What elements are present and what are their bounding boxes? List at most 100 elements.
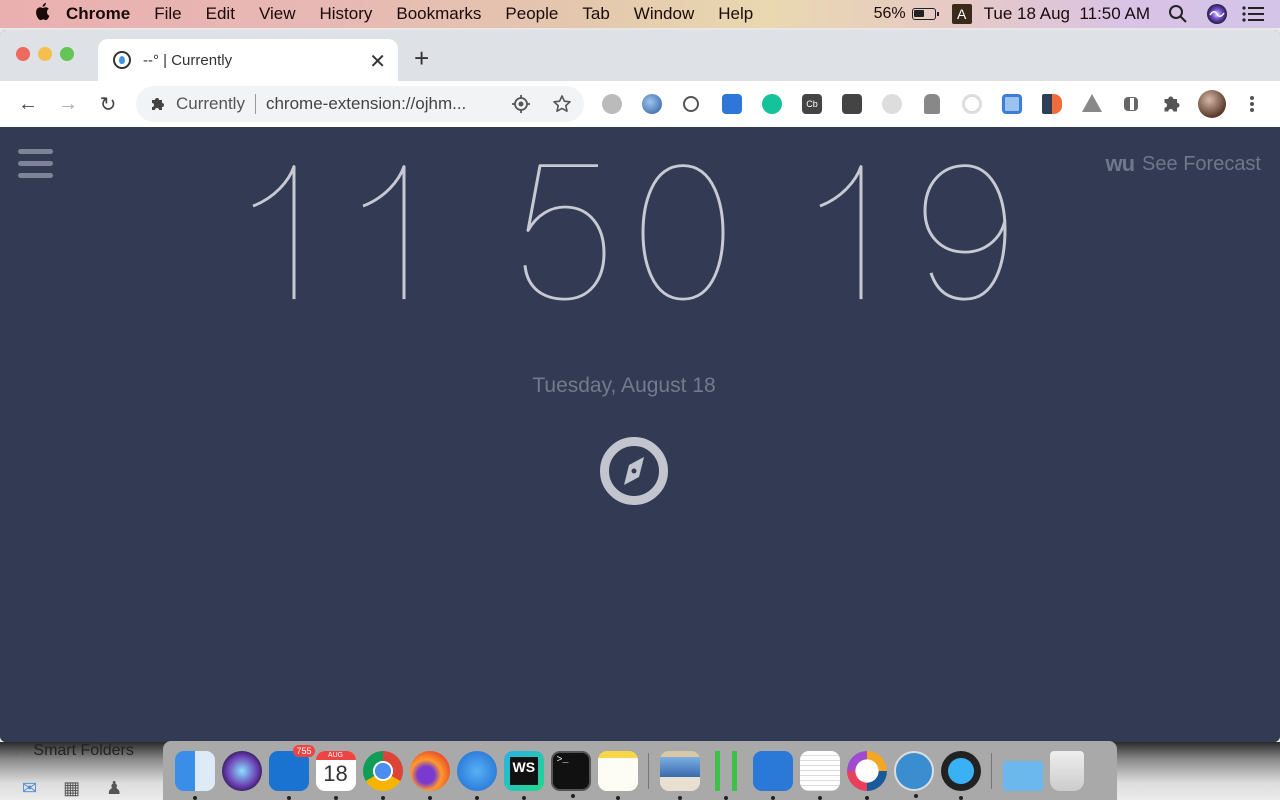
menu-app-name[interactable]: Chrome [46, 4, 142, 24]
apps-grid-extension-icon[interactable] [1124, 97, 1138, 111]
address-bar[interactable]: Currently chrome-extension://ojhm... [136, 86, 584, 122]
google-drive-extension-icon[interactable] [1082, 94, 1102, 112]
dock-chrome[interactable] [362, 750, 403, 800]
menu-file[interactable]: File [142, 4, 193, 24]
close-tab-icon[interactable]: ✕ [369, 49, 386, 74]
menu-clock[interactable]: Tue 18 Aug 11:50 AM [984, 4, 1150, 24]
dock-webstorm[interactable]: WS [503, 750, 544, 800]
window-controls [16, 47, 74, 61]
grammarly-extension-icon[interactable] [762, 94, 782, 114]
grid-tool-extension-icon[interactable] [1002, 94, 1022, 114]
dock-webex[interactable] [846, 750, 887, 800]
close-window-button[interactable] [16, 47, 30, 61]
clock-digit [923, 164, 1007, 301]
running-indicator [286, 795, 291, 800]
target-extension-icon[interactable] [962, 94, 982, 114]
dock-trash[interactable] [1049, 750, 1084, 791]
dock-downloads-folder[interactable] [1002, 760, 1043, 791]
dock-siri[interactable] [221, 750, 262, 791]
menu-help[interactable]: Help [706, 4, 765, 24]
menu-window[interactable]: Window [622, 4, 706, 24]
megaphone-extension-icon[interactable] [1042, 94, 1062, 114]
getpocket-extension-icon[interactable] [924, 94, 940, 114]
menu-tab[interactable]: Tab [570, 4, 621, 24]
dock-quicktime[interactable] [940, 750, 981, 800]
menu-bookmarks[interactable]: Bookmarks [384, 4, 493, 24]
smart-folders-label[interactable]: ⌄ Smart Folders [10, 740, 134, 760]
cb-extension-icon[interactable]: Cb [802, 94, 822, 114]
dock-outlook[interactable]: 755 [268, 744, 315, 800]
running-indicator [677, 795, 682, 800]
clock-digit [252, 165, 296, 300]
battery-icon[interactable] [911, 8, 939, 20]
menu-view[interactable]: View [247, 4, 308, 24]
lightbulb-extension-icon[interactable] [842, 94, 862, 114]
running-indicator [570, 793, 575, 798]
site-name: Currently [176, 94, 245, 113]
mail-icon[interactable]: ✉ [22, 778, 37, 799]
spotlight-search-icon[interactable] [1168, 4, 1188, 24]
compass-weather-icon[interactable] [599, 436, 669, 506]
chevron-down-icon: ⌄ [10, 742, 24, 759]
thunderbird-extension-icon[interactable] [642, 94, 662, 114]
dock-fork[interactable] [893, 750, 934, 798]
currently-extension-icon[interactable] [683, 96, 699, 112]
dock-calendar[interactable]: AUG 18 [315, 750, 356, 800]
siri-icon[interactable] [1206, 3, 1228, 25]
profile-avatar[interactable] [1198, 90, 1226, 118]
notification-center-icon[interactable] [1242, 5, 1264, 23]
running-indicator [192, 795, 197, 800]
zoom-window-button[interactable] [60, 47, 74, 61]
calendar-icon[interactable]: ▦ [63, 778, 80, 799]
chrome-menu-icon[interactable] [1242, 94, 1262, 114]
minimize-window-button[interactable] [38, 47, 52, 61]
dock-textedit[interactable] [799, 750, 840, 800]
tab-title: --° | Currently [143, 51, 233, 69]
people-icon[interactable]: ♟ [106, 778, 122, 799]
battery-percent[interactable]: 56% [874, 5, 906, 23]
dock-terminal[interactable]: >_ [550, 750, 591, 798]
clock-digit [523, 164, 606, 301]
location-icon[interactable] [512, 95, 530, 113]
dock-safari[interactable] [456, 750, 497, 800]
dock-xcode[interactable] [752, 750, 793, 800]
browser-toolbar: ← → ↻ Currently chrome-extension://ojhm.… [0, 81, 1280, 127]
tab-currently[interactable]: --° | Currently ✕ [98, 39, 398, 81]
running-indicator [864, 795, 869, 800]
running-indicator [615, 795, 620, 800]
outlook-nav-icons: ✉ ▦ ♟ [22, 778, 122, 799]
clock-hours [252, 165, 406, 300]
menu-history[interactable]: History [307, 4, 384, 24]
extensions-menu-icon[interactable] [1162, 94, 1182, 114]
back-button[interactable]: ← [8, 93, 48, 116]
dock-sourcetree[interactable] [715, 750, 737, 800]
bookmark-star-icon[interactable] [552, 94, 572, 114]
currently-favicon-icon [113, 51, 131, 69]
running-indicator [958, 795, 963, 800]
menu-edit[interactable]: Edit [194, 4, 247, 24]
new-tab-button[interactable]: + [414, 45, 429, 71]
running-indicator [474, 795, 479, 800]
calendar-month: AUG [315, 750, 356, 760]
url-text[interactable]: chrome-extension://ojhm... [266, 94, 466, 114]
globe-extension-icon[interactable] [602, 94, 622, 114]
print-lock-extension-icon[interactable] [722, 94, 742, 114]
forward-button[interactable]: → [48, 93, 88, 116]
apple-menu-icon[interactable] [22, 2, 50, 26]
dock-separator [648, 752, 649, 789]
dock-finder[interactable] [174, 750, 215, 800]
dock: 755 AUG 18 WS >_ [163, 741, 1117, 800]
running-indicator [770, 795, 775, 800]
running-indicator [333, 795, 338, 800]
dock-preview[interactable] [659, 750, 700, 800]
calendar-day: 18 [323, 760, 348, 786]
reload-button[interactable]: ↻ [88, 92, 128, 117]
date-label: Tuesday, August 18 [532, 374, 716, 397]
menu-people[interactable]: People [493, 4, 570, 24]
loop-extension-icon[interactable] [882, 94, 902, 114]
input-source-icon[interactable]: A [951, 4, 972, 24]
dock-notes[interactable] [597, 750, 638, 800]
menu-bar: Chrome File Edit View History Bookmarks … [0, 0, 1280, 28]
clock-seconds [819, 164, 1007, 301]
dock-firefox[interactable] [409, 750, 450, 800]
